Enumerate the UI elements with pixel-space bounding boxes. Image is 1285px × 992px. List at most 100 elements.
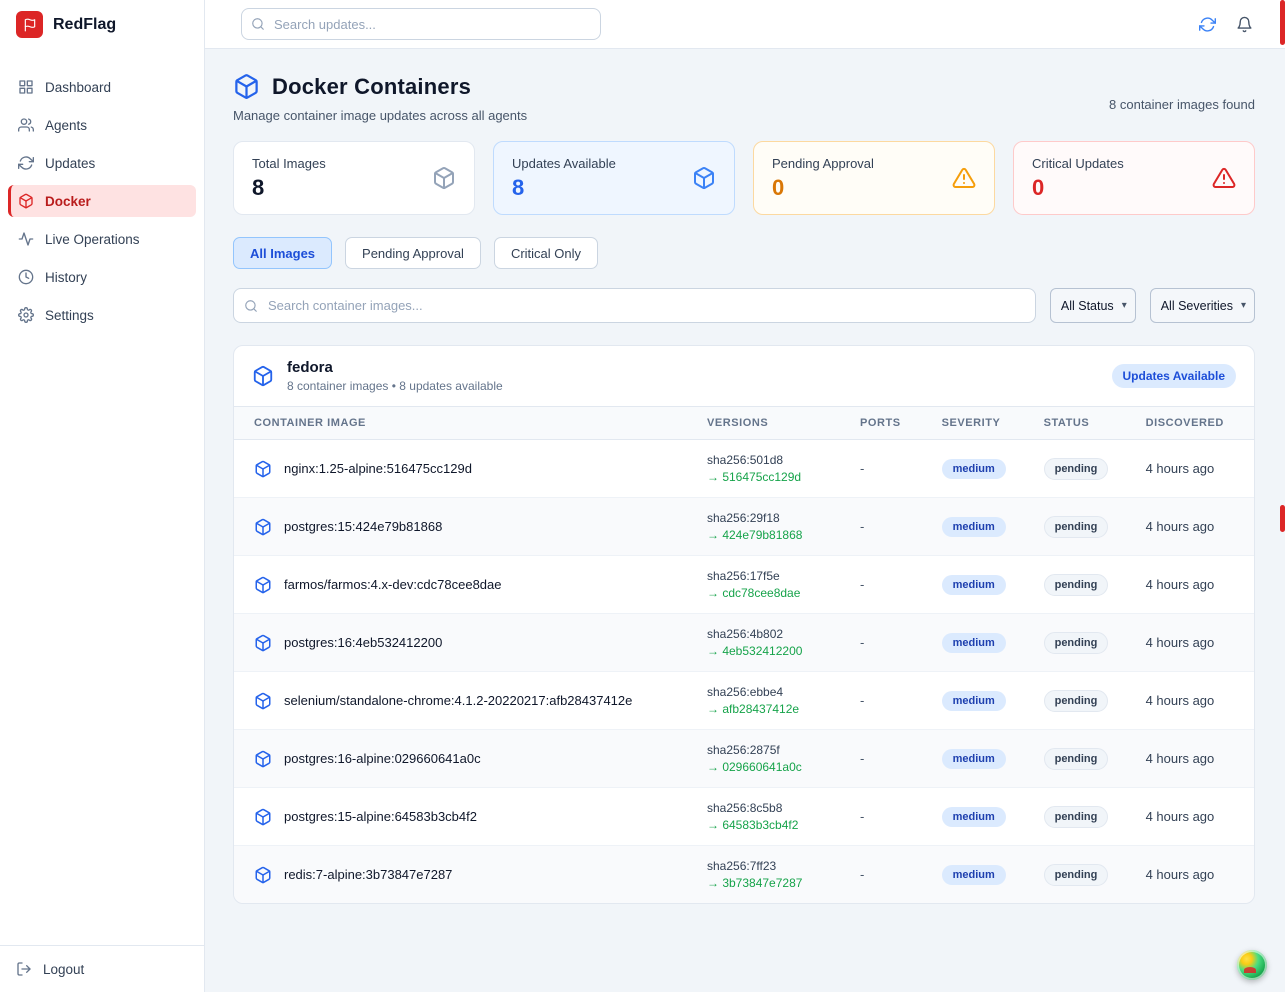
sidebar-footer: Logout bbox=[0, 945, 204, 992]
version-new: → cdc78cee8dae bbox=[707, 586, 832, 600]
global-search-input[interactable] bbox=[241, 8, 601, 40]
ports: - bbox=[846, 556, 928, 614]
version-new: → 4eb532412200 bbox=[707, 644, 832, 658]
status-badge: pending bbox=[1044, 690, 1109, 712]
severity-badge: medium bbox=[942, 459, 1006, 479]
version-current: sha256:17f5e bbox=[707, 569, 832, 583]
version-current: sha256:4b802 bbox=[707, 627, 832, 641]
version-new: → 029660641a0c bbox=[707, 760, 832, 774]
result-count: 8 container images found bbox=[1109, 97, 1255, 112]
container-icon bbox=[254, 460, 272, 478]
table-row[interactable]: farmos/farmos:4.x-dev:cdc78cee8dae sha25… bbox=[234, 556, 1254, 614]
stat-label: Critical Updates bbox=[1032, 156, 1124, 171]
severity-badge: medium bbox=[942, 807, 1006, 827]
scrollbar-mark[interactable] bbox=[1280, 505, 1285, 532]
version-new: → 516475cc129d bbox=[707, 470, 832, 484]
brand-name: RedFlag bbox=[53, 16, 116, 34]
image-search-input[interactable] bbox=[233, 288, 1036, 323]
notifications-bell-icon[interactable] bbox=[1236, 16, 1253, 33]
table-row[interactable]: postgres:15:424e79b81868 sha256:29f18→ 4… bbox=[234, 498, 1254, 556]
sidebar-item-live-operations[interactable]: Live Operations bbox=[8, 223, 196, 255]
version-current: sha256:8c5b8 bbox=[707, 801, 832, 815]
container-icon bbox=[254, 518, 272, 536]
sidebar-item-label: Dashboard bbox=[45, 80, 111, 95]
stat-label: Updates Available bbox=[512, 156, 616, 171]
logout-button[interactable]: Logout bbox=[16, 961, 188, 977]
discovered: 4 hours ago bbox=[1132, 672, 1254, 730]
status-badge: pending bbox=[1044, 632, 1109, 654]
sidebar-item-history[interactable]: History bbox=[8, 261, 196, 293]
sidebar: RedFlag Dashboard Agents Updates Docker … bbox=[0, 0, 205, 992]
image-search bbox=[233, 288, 1036, 323]
page-title: Docker Containers bbox=[272, 74, 471, 100]
sidebar-item-label: Settings bbox=[45, 308, 94, 323]
container-image-name: postgres:16:4eb532412200 bbox=[284, 635, 442, 650]
agents-icon bbox=[18, 117, 34, 133]
sidebar-item-dashboard[interactable]: Dashboard bbox=[8, 71, 196, 103]
stat-card-updates-available: Updates Available 8 bbox=[493, 141, 735, 215]
docker-icon bbox=[18, 193, 34, 209]
tab-all-images[interactable]: All Images bbox=[233, 237, 332, 269]
container-icon bbox=[254, 750, 272, 768]
ports: - bbox=[846, 672, 928, 730]
sidebar-item-updates[interactable]: Updates bbox=[8, 147, 196, 179]
tab-pending-approval[interactable]: Pending Approval bbox=[345, 237, 481, 269]
table-row[interactable]: nginx:1.25-alpine:516475cc129d sha256:50… bbox=[234, 440, 1254, 498]
sidebar-item-label: Docker bbox=[45, 194, 91, 209]
tab-critical-only[interactable]: Critical Only bbox=[494, 237, 598, 269]
table-row[interactable]: postgres:15-alpine:64583b3cb4f2 sha256:8… bbox=[234, 788, 1254, 846]
container-image-name: redis:7-alpine:3b73847e7287 bbox=[284, 867, 452, 882]
severity-badge: medium bbox=[942, 575, 1006, 595]
severity-filter-value: All Severities bbox=[1161, 299, 1233, 313]
image-group-card: fedora 8 container images • 8 updates av… bbox=[233, 345, 1255, 904]
container-icon bbox=[254, 692, 272, 710]
stat-cards: Total Images 8 Updates Available 8 Pendi… bbox=[233, 141, 1255, 215]
version-current: sha256:ebbe4 bbox=[707, 685, 832, 699]
col-discovered: DISCOVERED bbox=[1132, 407, 1254, 440]
stat-label: Total Images bbox=[252, 156, 326, 171]
sidebar-item-docker[interactable]: Docker bbox=[8, 185, 196, 217]
version-new: → 64583b3cb4f2 bbox=[707, 818, 832, 832]
status-badge: pending bbox=[1044, 516, 1109, 538]
page-subtitle: Manage container image updates across al… bbox=[233, 108, 527, 123]
refresh-icon[interactable] bbox=[1199, 16, 1216, 33]
table-row[interactable]: postgres:16:4eb532412200 sha256:4b802 → 4… bbox=[234, 614, 1254, 672]
brand: RedFlag bbox=[0, 0, 204, 49]
logout-label: Logout bbox=[43, 962, 84, 977]
stat-card-total-images: Total Images 8 bbox=[233, 141, 475, 215]
stat-value: 0 bbox=[772, 175, 874, 201]
sidebar-item-label: Updates bbox=[45, 156, 95, 171]
warning-icon bbox=[952, 166, 976, 190]
cube-icon bbox=[692, 166, 716, 190]
scrollbar[interactable] bbox=[1280, 0, 1285, 992]
warning-icon bbox=[1212, 166, 1236, 190]
stat-value: 0 bbox=[1032, 175, 1124, 201]
table-row[interactable]: selenium/standalone-chrome:4.1.2-2022021… bbox=[234, 672, 1254, 730]
ports: - bbox=[846, 440, 928, 498]
discovered: 4 hours ago bbox=[1132, 846, 1254, 904]
status-badge: pending bbox=[1044, 864, 1109, 886]
redflag-logo-icon bbox=[16, 11, 43, 38]
group-name: fedora bbox=[287, 359, 503, 376]
container-icon bbox=[254, 576, 272, 594]
chevron-down-icon: ▾ bbox=[1122, 300, 1127, 311]
sidebar-item-settings[interactable]: Settings bbox=[8, 299, 196, 331]
stat-value: 8 bbox=[512, 175, 616, 201]
severity-filter-select[interactable]: All Severities ▾ bbox=[1150, 288, 1255, 323]
severity-badge: medium bbox=[942, 865, 1006, 885]
ports: - bbox=[846, 614, 928, 672]
col-status: STATUS bbox=[1030, 407, 1132, 440]
topbar-actions bbox=[1199, 16, 1253, 33]
col-severity: SEVERITY bbox=[928, 407, 1030, 440]
status-filter-select[interactable]: All Status ▾ bbox=[1050, 288, 1136, 323]
sidebar-item-agents[interactable]: Agents bbox=[8, 109, 196, 141]
group-header: fedora 8 container images • 8 updates av… bbox=[234, 346, 1254, 406]
table-row[interactable]: postgres:16-alpine:029660641a0c sha256:2… bbox=[234, 730, 1254, 788]
logout-icon bbox=[16, 961, 32, 977]
scrollbar-thumb[interactable] bbox=[1280, 0, 1285, 45]
global-search bbox=[241, 8, 601, 40]
table-row[interactable]: redis:7-alpine:3b73847e7287 sha256:7ff23… bbox=[234, 846, 1254, 904]
filter-row: All Status ▾ All Severities ▾ bbox=[233, 288, 1255, 323]
stat-label: Pending Approval bbox=[772, 156, 874, 171]
floating-badge-icon[interactable] bbox=[1237, 950, 1267, 980]
